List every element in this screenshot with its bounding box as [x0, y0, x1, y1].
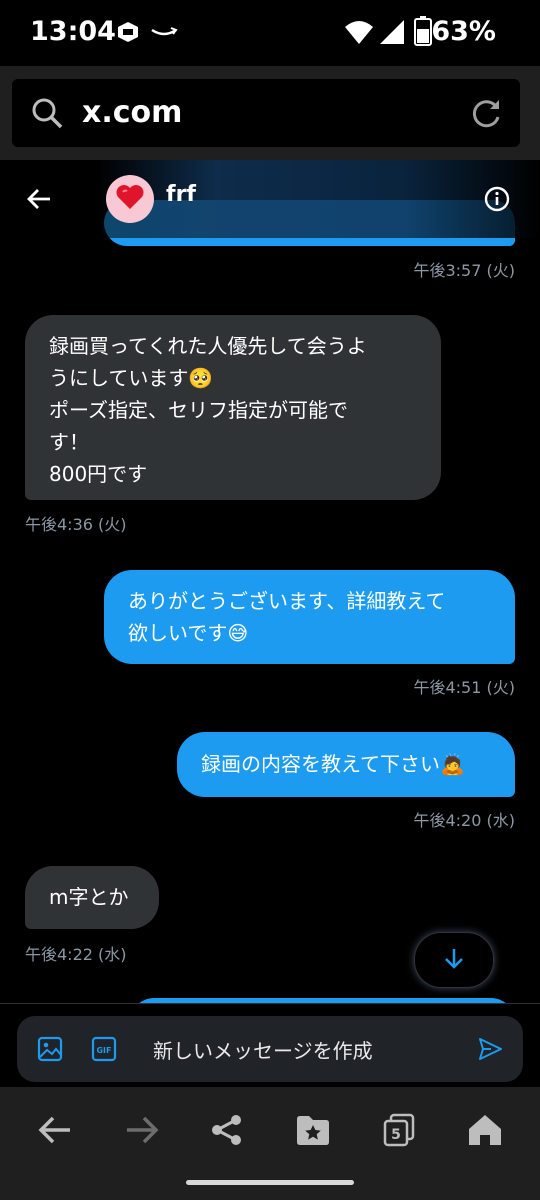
share-icon — [210, 1113, 244, 1151]
tabs-count: 5 — [391, 1127, 401, 1143]
message-timestamp: 午後4:51 (火) — [413, 678, 515, 697]
forward-icon — [124, 1115, 160, 1149]
battery-percent: 63% — [431, 16, 496, 47]
wifi-icon — [344, 18, 374, 50]
home-indicator[interactable] — [186, 1180, 354, 1185]
battery-icon — [414, 16, 432, 50]
message-line: 録画の内容を教えて下さい🙇 — [201, 752, 465, 776]
chat-header: frf — [0, 160, 540, 238]
nav-forward-button[interactable] — [117, 1107, 167, 1157]
url-text[interactable]: x.com — [82, 95, 182, 130]
info-icon[interactable] — [484, 186, 510, 216]
message-line: 欲しいです😅 — [128, 621, 249, 645]
message-bubble-received[interactable]: m字とか — [25, 866, 159, 929]
gif-icon[interactable]: GIF — [91, 1036, 117, 1066]
share-button[interactable] — [202, 1107, 252, 1157]
chat-area[interactable]: 午後3:57 (火) 録画買ってくれた人優先して会うよ うにしています🥺 ポーズ… — [0, 160, 540, 1003]
bookmark-folder-icon — [295, 1114, 331, 1150]
message-line: す！ — [49, 430, 89, 454]
message-line: 録画買ってくれた人優先して会うよ — [49, 334, 367, 358]
tabs-button[interactable]: 5 — [374, 1107, 424, 1157]
message-composer[interactable]: GIF 新しいメッセージを作成 — [17, 1016, 523, 1082]
message-bubble-sent[interactable]: ありがとうございます、詳細教えて 欲しいです😅 — [104, 570, 515, 664]
message-bubble-received[interactable]: 録画買ってくれた人優先して会うよ うにしています🥺 ポーズ指定、セリフ指定が可能… — [25, 315, 441, 500]
conversation-name[interactable]: frf — [166, 182, 196, 207]
message-line: ポーズ指定、セリフ指定が可能で — [49, 398, 348, 422]
message-line: 800円です — [49, 462, 148, 486]
heart-icon — [115, 184, 145, 214]
bookmarks-button[interactable] — [288, 1107, 338, 1157]
search-icon — [30, 96, 64, 134]
home-icon — [467, 1113, 503, 1151]
scroll-to-bottom-button[interactable] — [414, 932, 494, 988]
message-line: うにしています🥺 — [49, 366, 214, 390]
home-button[interactable] — [460, 1107, 510, 1157]
composer-area: GIF 新しいメッセージを作成 — [0, 1003, 540, 1087]
message-timestamp: 午後4:22 (水) — [25, 945, 127, 964]
message-bubble-sent[interactable]: 録画の内容を教えて下さい🙇 — [177, 732, 515, 797]
nav-back-button[interactable] — [30, 1107, 80, 1157]
message-line: ありがとうございます、詳細教えて — [128, 589, 446, 613]
message-input[interactable]: 新しいメッセージを作成 — [153, 1035, 373, 1064]
status-time: 13:04 — [30, 16, 116, 47]
message-timestamp: 午後3:57 (火) — [413, 261, 515, 280]
url-bar[interactable]: x.com — [12, 79, 520, 147]
svg-text:GIF: GIF — [96, 1046, 111, 1055]
status-bar: 13:04 63% — [0, 0, 540, 66]
notification-icon — [116, 20, 140, 48]
send-icon[interactable] — [477, 1036, 503, 1066]
reload-icon[interactable] — [470, 96, 504, 134]
avatar[interactable] — [106, 175, 154, 223]
signal-icon — [378, 18, 406, 50]
back-arrow-icon[interactable] — [26, 187, 52, 215]
message-timestamp: 午後4:20 (水) — [413, 811, 515, 830]
arrow-down-icon — [442, 946, 466, 974]
tabs-icon: 5 — [381, 1112, 417, 1152]
image-icon[interactable] — [37, 1036, 63, 1066]
message-timestamp: 午後4:36 (火) — [25, 515, 127, 534]
back-icon — [37, 1115, 73, 1149]
browser-toolbar: x.com — [0, 66, 540, 160]
amazon-icon — [150, 22, 178, 46]
message-line: m字とか — [49, 885, 129, 909]
